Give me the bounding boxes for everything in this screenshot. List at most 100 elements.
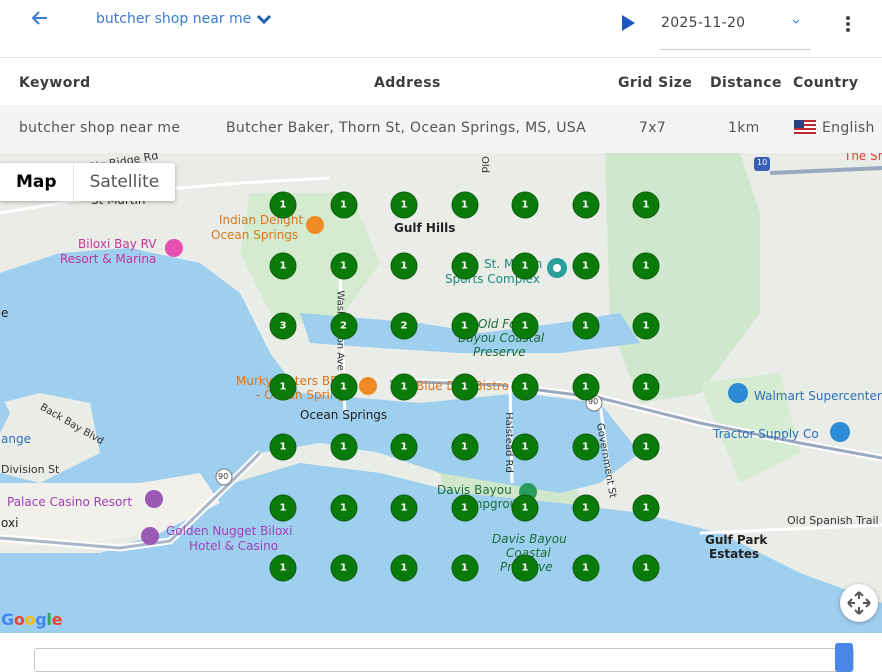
map-label: Ocean Springs: [211, 228, 299, 242]
map-label: Gulf Park: [705, 533, 768, 547]
column-header-grid-size: Grid Size: [618, 75, 693, 91]
chevron-down-icon: [792, 19, 800, 24]
map-label: Old Spanish Trail: [787, 514, 879, 527]
column-header-country: Country: [793, 75, 859, 91]
map-type-map-button[interactable]: Map: [0, 163, 73, 201]
rank-pin[interactable]: 1: [451, 554, 478, 582]
rank-pin[interactable]: 2: [330, 312, 357, 340]
back-button[interactable]: [30, 8, 56, 30]
rank-pin[interactable]: 1: [269, 191, 297, 219]
rank-pin[interactable]: 1: [330, 494, 357, 521]
cell-grid-size: 7x7: [639, 120, 666, 136]
rank-pin[interactable]: 2: [390, 312, 418, 340]
rank-pin[interactable]: 1: [330, 373, 357, 400]
rank-pin[interactable]: 1: [632, 312, 660, 340]
map-label: Davis Bayou: [437, 483, 512, 497]
rank-pin[interactable]: 1: [511, 252, 539, 279]
map-label: oxi: [1, 516, 19, 530]
map-type-control: Map Satellite: [0, 163, 176, 201]
map-label: Hotel & Casino: [189, 539, 279, 553]
rank-pin[interactable]: 1: [572, 433, 599, 461]
rank-pin[interactable]: 1: [511, 312, 539, 340]
rank-pin[interactable]: 1: [572, 312, 599, 340]
cell-distance: 1km: [728, 120, 760, 136]
rank-pin[interactable]: 1: [269, 252, 297, 279]
rank-pin[interactable]: 1: [511, 191, 539, 219]
play-icon[interactable]: [620, 14, 636, 32]
rank-pin[interactable]: 1: [511, 373, 539, 400]
rank-pin[interactable]: 1: [330, 433, 357, 461]
rank-pin[interactable]: 1: [390, 433, 418, 461]
rank-pin[interactable]: 1: [390, 373, 418, 400]
map-label: Preserve: [473, 345, 526, 359]
keyword-dropdown-label: butcher shop near me: [96, 11, 252, 27]
highway-label: 10: [757, 158, 768, 167]
rank-pin[interactable]: 1: [390, 252, 418, 279]
bottom-scrollbar-track[interactable]: [34, 648, 854, 672]
rank-pin[interactable]: 1: [451, 433, 478, 461]
rank-pin[interactable]: 1: [269, 494, 297, 521]
rank-pin[interactable]: 1: [511, 494, 539, 521]
us-flag-icon: [794, 120, 816, 134]
date-select[interactable]: 2025-11-20: [660, 6, 811, 50]
date-value: 2025-11-20: [661, 15, 746, 31]
rank-pin[interactable]: 1: [632, 494, 660, 521]
scrollbar-handle[interactable]: [835, 643, 853, 672]
rank-pin[interactable]: 1: [451, 494, 478, 521]
rank-pin[interactable]: 1: [511, 554, 539, 582]
rank-pin[interactable]: 1: [632, 373, 660, 400]
rank-pin[interactable]: 1: [451, 252, 478, 279]
highway-label: 90: [218, 472, 229, 481]
column-header-keyword: Keyword: [19, 75, 91, 91]
fullscreen-button[interactable]: [840, 584, 878, 622]
map-label: Tractor Supply Co: [713, 427, 819, 441]
table-row[interactable]: butcher shop near me Butcher Baker, Thor…: [0, 105, 882, 153]
rank-pin[interactable]: 1: [390, 191, 418, 219]
map-label: e: [1, 306, 9, 320]
map-label: Ocean Springs: [300, 408, 388, 422]
rank-pin[interactable]: 1: [390, 554, 418, 582]
map-label: The Sh: [844, 153, 882, 163]
rank-pin[interactable]: 3: [269, 312, 297, 340]
map-label: ange: [1, 432, 31, 446]
rank-pin[interactable]: 1: [390, 494, 418, 521]
map-type-satellite-button[interactable]: Satellite: [72, 163, 176, 201]
map-label: Davis Bayou: [492, 532, 567, 546]
keyword-dropdown[interactable]: butcher shop near me: [96, 11, 272, 27]
map-label: Golden Nugget Biloxi: [166, 524, 293, 538]
table-header: Keyword Address Grid Size Distance Count…: [0, 59, 882, 105]
rank-pin[interactable]: 1: [632, 554, 660, 582]
fullscreen-icon: [847, 591, 871, 615]
map-label: Gulf Hills: [394, 221, 456, 235]
rank-pin[interactable]: 1: [572, 554, 599, 582]
rank-pin[interactable]: 1: [451, 191, 478, 219]
rank-pin[interactable]: 1: [572, 191, 599, 219]
map-label: Walmart Supercenter: [754, 389, 882, 403]
rank-pin[interactable]: 1: [572, 494, 599, 521]
rank-pin[interactable]: 1: [269, 433, 297, 461]
rank-pin[interactable]: 1: [632, 252, 660, 279]
map[interactable]: Big Ridge Rd St Martin Indian Delight Oc…: [0, 153, 882, 633]
top-bar: butcher shop near me 2025-11-20: [0, 0, 882, 58]
google-logo: Google: [1, 610, 63, 629]
country-label: English: [822, 120, 875, 136]
rank-pin[interactable]: 1: [572, 373, 599, 400]
cell-address: Butcher Baker, Thorn St, Ocean Springs, …: [226, 120, 587, 136]
rank-pin[interactable]: 1: [572, 252, 599, 279]
rank-pin[interactable]: 1: [451, 312, 478, 340]
rank-pin[interactable]: 1: [330, 252, 357, 279]
rank-pin[interactable]: 1: [269, 373, 297, 400]
rank-pin[interactable]: 1: [632, 191, 660, 219]
column-header-address: Address: [374, 75, 441, 91]
cell-keyword: butcher shop near me: [19, 120, 181, 136]
map-label: Division St: [1, 463, 60, 476]
rank-pin[interactable]: 1: [451, 373, 478, 400]
column-header-distance: Distance: [710, 75, 782, 91]
more-menu-icon[interactable]: [840, 14, 856, 36]
chevron-down-icon: [257, 14, 272, 24]
rank-pin[interactable]: 1: [269, 554, 297, 582]
rank-pin[interactable]: 1: [330, 554, 357, 582]
rank-pin[interactable]: 1: [330, 191, 357, 219]
rank-pin[interactable]: 1: [632, 433, 660, 461]
rank-pin[interactable]: 1: [511, 433, 539, 461]
